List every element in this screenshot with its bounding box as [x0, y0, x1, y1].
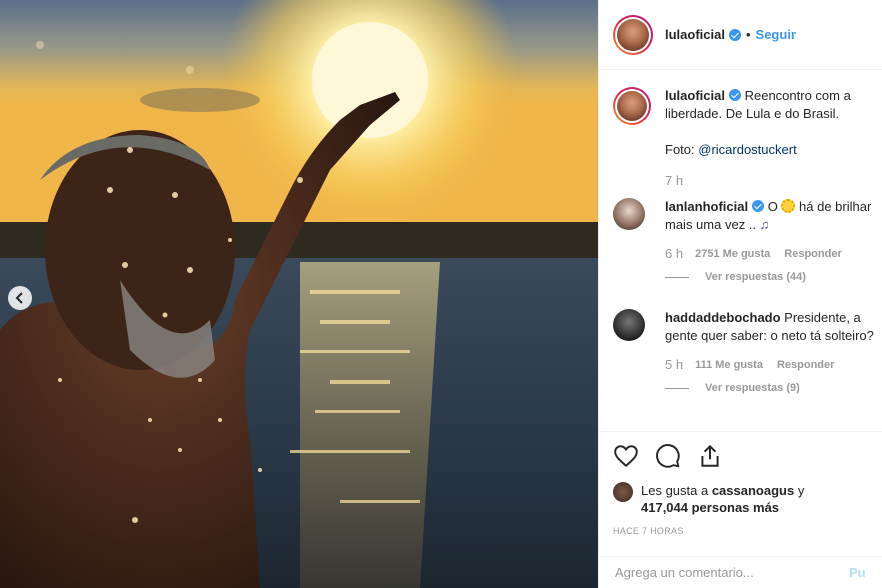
verified-icon: [728, 89, 741, 101]
comment-time[interactable]: 5 h: [665, 357, 683, 372]
view-replies-label: Ver respuestas (44): [705, 271, 806, 283]
chevron-left-icon: [15, 292, 23, 304]
add-comment-bar: Pu: [599, 556, 882, 588]
verified-icon: [728, 28, 741, 41]
caption-username[interactable]: lulaoficial: [665, 88, 725, 103]
liker-avatar[interactable]: [613, 482, 633, 502]
follow-button[interactable]: Seguir: [756, 27, 796, 42]
sun-emoji-icon: [781, 199, 796, 213]
music-note-icon: ♫: [759, 217, 770, 232]
author-username[interactable]: lulaoficial: [665, 27, 725, 42]
publish-button[interactable]: Pu: [849, 565, 866, 580]
likes-summary: Les gusta a cassanoagus y 417,044 person…: [613, 482, 869, 516]
post-side-panel: lulaoficial • Seguir lulaoficial Reencon…: [598, 0, 882, 588]
likes-count[interactable]: 417,044 personas más: [641, 500, 779, 515]
comment-input[interactable]: [615, 565, 845, 580]
caption-photo-credit: Foto:: [665, 142, 699, 157]
post-caption: lulaoficial Reencontro com a liberdade. …: [599, 71, 882, 188]
caption-mention-link[interactable]: @ricardostuckert: [698, 142, 796, 157]
view-replies-button[interactable]: Ver respuestas (44): [665, 271, 869, 283]
comment-button[interactable]: [655, 443, 681, 469]
view-replies-label: Ver respuestas (9): [705, 382, 800, 394]
reply-button[interactable]: Responder: [777, 359, 834, 371]
sunset-lake-photo: [0, 0, 598, 588]
action-icons: [613, 442, 869, 470]
comment-item: lanlanhoficial O há de brilhar mais uma …: [599, 198, 882, 283]
post-actions: Les gusta a cassanoagus y 417,044 person…: [599, 431, 882, 557]
previous-photo-button[interactable]: [8, 286, 32, 310]
liker-username[interactable]: cassanoagus: [712, 483, 794, 498]
likes-prefix: Les gusta a: [641, 483, 712, 498]
reply-button[interactable]: Responder: [784, 248, 841, 260]
comment-icon: [656, 444, 680, 468]
comment-meta: 6 h 2751 Me gusta Responder: [665, 246, 869, 261]
commenter-avatar[interactable]: [613, 309, 645, 341]
post-photo[interactable]: [0, 0, 598, 588]
comment-username[interactable]: lanlanhoficial: [665, 199, 748, 214]
comment-username[interactable]: haddaddebochado: [665, 310, 781, 325]
author-avatar[interactable]: [613, 14, 653, 55]
comment-meta: 5 h 111 Me gusta Responder: [665, 357, 869, 372]
share-button[interactable]: [697, 443, 723, 469]
post-timestamp[interactable]: HACE 7 HORAS: [613, 526, 869, 536]
comment-likes[interactable]: 111 Me gusta: [695, 359, 763, 371]
comment-time[interactable]: 6 h: [665, 246, 683, 261]
separator-dot: •: [745, 27, 751, 42]
replies-divider: [665, 387, 689, 389]
view-replies-button[interactable]: Ver respuestas (9): [665, 382, 869, 394]
caption-avatar[interactable]: [613, 87, 651, 125]
likes-connector: y: [794, 483, 805, 498]
verified-icon: [752, 200, 765, 212]
share-icon: [701, 444, 719, 467]
comment-likes[interactable]: 2751 Me gusta: [695, 248, 770, 260]
comment-item: haddaddebochado Presidente, a gente quer…: [599, 309, 882, 394]
post-header: lulaoficial • Seguir: [599, 0, 882, 70]
comment-text: O: [764, 199, 782, 214]
heart-icon: [614, 445, 638, 468]
caption-time[interactable]: 7 h: [665, 173, 869, 188]
commenter-avatar[interactable]: [613, 198, 645, 230]
comments-list[interactable]: lulaoficial Reencontro com a liberdade. …: [599, 71, 882, 431]
like-button[interactable]: [613, 443, 639, 469]
replies-divider: [665, 276, 689, 278]
